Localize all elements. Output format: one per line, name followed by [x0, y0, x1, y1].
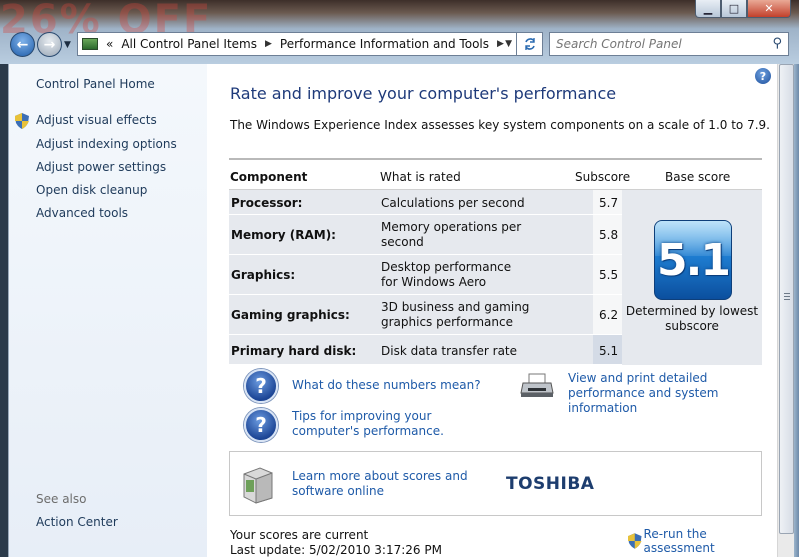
scrollbar-grip-icon: [784, 293, 790, 300]
component-name: Processor:: [231, 196, 303, 210]
refresh-icon: [524, 38, 535, 50]
subscore-value: 5.5: [599, 268, 619, 282]
table-row: Memory (RAM): Memory operations per seco…: [229, 215, 622, 255]
subscore-value: 5.1: [599, 344, 619, 358]
rerun-assessment-label: Re-run the assessment: [643, 527, 715, 555]
vertical-scrollbar[interactable]: [777, 64, 794, 557]
score-table: Component What is rated Subscore Base sc…: [229, 158, 762, 365]
navigation-bar: ← → ▼ « All Control Panel Items ▶ Perfor…: [0, 28, 799, 62]
help-question-icon: ?: [244, 408, 278, 442]
maximize-button[interactable]: □: [721, 0, 747, 18]
help-question-icon: ?: [244, 369, 278, 403]
rated-description: Calculations per second: [381, 196, 525, 210]
action-center-link[interactable]: Action Center: [36, 515, 118, 529]
page-title: Rate and improve your computer's perform…: [230, 84, 617, 103]
toshiba-logo[interactable]: TOSHIBA: [506, 474, 594, 494]
component-name: Graphics:: [231, 268, 296, 282]
scrollbar-thumb[interactable]: [779, 64, 794, 534]
learn-more-link[interactable]: Learn more about scores and software onl…: [292, 469, 472, 499]
breadcrumb-performance[interactable]: Performance Information and Tools: [280, 37, 489, 51]
control-panel-icon: [82, 38, 98, 50]
breadcrumb-overflow[interactable]: «: [106, 37, 113, 51]
recent-pages-dropdown-icon[interactable]: ▼: [64, 40, 71, 50]
rerun-assessment-button[interactable]: Re-run the assessment: [628, 527, 777, 555]
rated-description: Memory operations per second: [381, 220, 522, 249]
subscore-value: 6.2: [599, 308, 619, 322]
rated-description: Disk data transfer rate: [381, 344, 518, 358]
view-print-details-link[interactable]: View and print detailed performance and …: [568, 371, 768, 416]
sidebar-item-open-disk-cleanup[interactable]: Open disk cleanup: [36, 183, 147, 197]
see-also-heading: See also: [36, 492, 87, 506]
close-button[interactable]: ✕: [747, 0, 791, 18]
header-component: Component: [230, 170, 308, 184]
breadcrumb-separator-icon[interactable]: ▶: [265, 39, 272, 49]
control-panel-home-link[interactable]: Control Panel Home: [36, 77, 155, 91]
uac-shield-icon: [628, 533, 642, 549]
sidebar-item-advanced-tools[interactable]: Advanced tools: [36, 206, 128, 220]
base-score-panel: 5.1 Determined by lowest subscore: [622, 190, 762, 365]
component-name: Gaming graphics:: [231, 308, 350, 322]
header-base-score: Base score: [665, 170, 731, 184]
scores-status: Your scores are current: [230, 528, 369, 542]
learn-more-box: Learn more about scores and software onl…: [229, 451, 762, 516]
sidebar: Control Panel Home Adjust visual effects…: [8, 64, 207, 557]
software-box-icon: [243, 467, 273, 504]
sidebar-item-adjust-power-settings[interactable]: Adjust power settings: [36, 160, 166, 174]
table-row: Processor: Calculations per second 5.7: [229, 190, 622, 215]
base-score-caption: Determined by lowest subscore: [625, 304, 759, 333]
page-description: The Windows Experience Index assesses ke…: [230, 118, 770, 132]
sidebar-item-adjust-indexing-options[interactable]: Adjust indexing options: [36, 137, 177, 151]
component-name: Primary hard disk:: [231, 344, 357, 358]
printer-icon: [520, 373, 554, 397]
back-button[interactable]: ←: [10, 32, 35, 57]
breadcrumb-separator-icon[interactable]: ▶: [497, 39, 504, 49]
search-icon[interactable]: ⚲: [772, 36, 782, 51]
rated-description: Desktop performance for Windows Aero: [381, 260, 512, 289]
address-dropdown-icon[interactable]: ▼: [505, 39, 512, 49]
base-score-badge: 5.1: [654, 220, 732, 300]
window-frame-edge: [794, 64, 799, 557]
breadcrumb-all-items[interactable]: All Control Panel Items: [121, 37, 257, 51]
last-update: Last update: 5/02/2010 3:17:26 PM: [230, 543, 442, 557]
table-row: Gaming graphics: 3D business and gaming …: [229, 295, 622, 335]
caption-buttons: ▁ □ ✕: [695, 0, 791, 18]
base-score-value: 5.1: [657, 234, 731, 286]
what-numbers-mean-link[interactable]: What do these numbers mean?: [292, 378, 481, 393]
component-name: Memory (RAM):: [231, 228, 336, 242]
main-content: ? Rate and improve your computer's perfo…: [207, 64, 777, 557]
header-subscore: Subscore: [575, 170, 631, 184]
sidebar-item-adjust-visual-effects[interactable]: Adjust visual effects: [36, 113, 157, 127]
search-box[interactable]: ⚲: [549, 32, 789, 56]
uac-shield-icon: [15, 113, 29, 129]
address-bar[interactable]: « All Control Panel Items ▶ Performance …: [77, 32, 517, 56]
forward-button[interactable]: →: [37, 32, 62, 57]
table-row: Primary hard disk: Disk data transfer ra…: [229, 335, 622, 365]
help-icon[interactable]: ?: [755, 68, 771, 84]
table-row: Graphics: Desktop performance for Window…: [229, 255, 622, 295]
header-what-is-rated: What is rated: [380, 170, 461, 184]
tips-improving-link[interactable]: Tips for improving your computer's perfo…: [292, 409, 497, 439]
search-input[interactable]: [556, 37, 756, 51]
subscore-value: 5.8: [599, 228, 619, 242]
minimize-button[interactable]: ▁: [695, 0, 721, 18]
subscore-value: 5.7: [599, 196, 619, 210]
rated-description: 3D business and gaming graphics performa…: [381, 300, 530, 329]
table-header: Component What is rated Subscore Base sc…: [229, 160, 762, 190]
refresh-button[interactable]: [517, 32, 543, 56]
